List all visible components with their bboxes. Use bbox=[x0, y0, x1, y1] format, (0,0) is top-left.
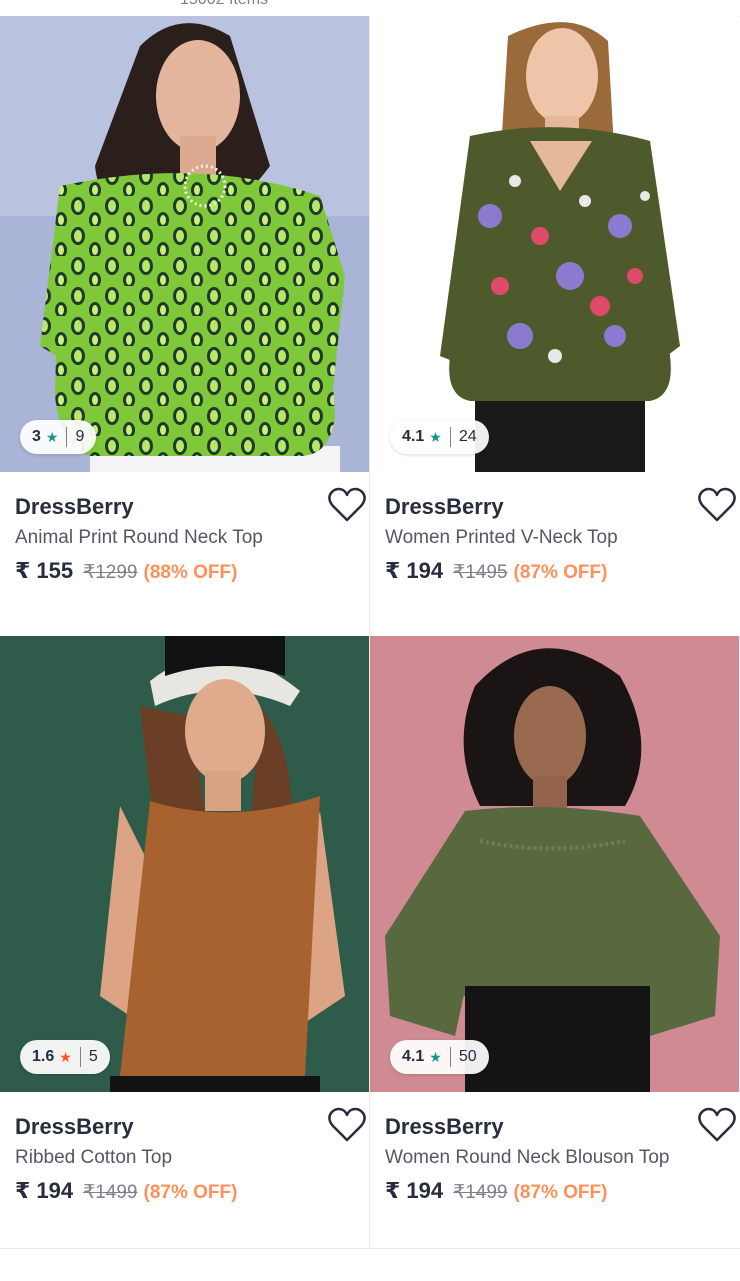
product-image[interactable] bbox=[370, 636, 739, 1092]
wishlist-heart-icon[interactable] bbox=[327, 486, 367, 524]
discount-label: (87% OFF) bbox=[513, 1182, 608, 1203]
star-icon: ★ bbox=[429, 1048, 442, 1065]
rating-divider bbox=[449, 427, 451, 447]
star-icon: ★ bbox=[429, 428, 442, 445]
rating-count: 24 bbox=[458, 428, 477, 445]
product-card[interactable]: 3 ★ 9 DressBerry Animal Print Round Neck… bbox=[0, 16, 370, 636]
wishlist-heart-icon[interactable] bbox=[697, 486, 737, 524]
discount-label: (88% OFF) bbox=[143, 562, 238, 583]
selling-price: ₹ 194 bbox=[385, 1178, 444, 1203]
rating-value: 1.6 bbox=[32, 1048, 55, 1065]
product-brand: DressBerry bbox=[15, 1114, 134, 1139]
price-row: ₹ 194 ₹1499 (87% OFF) bbox=[15, 1178, 237, 1204]
rating-badge: 3 ★ 9 bbox=[20, 420, 97, 454]
rating-value: 4.1 bbox=[402, 1048, 425, 1065]
rating-badge: 1.6 ★ 5 bbox=[20, 1040, 110, 1074]
product-image[interactable] bbox=[0, 636, 369, 1092]
product-card[interactable]: 4.1 ★ 24 DressBerry Women Printed V-Neck… bbox=[370, 16, 739, 636]
star-icon: ★ bbox=[59, 1048, 72, 1065]
selling-price: ₹ 155 bbox=[15, 558, 74, 583]
rating-count: 5 bbox=[88, 1048, 98, 1065]
mrp-price: ₹1499 bbox=[83, 1182, 138, 1203]
price-row: ₹ 155 ₹1299 (88% OFF) bbox=[15, 558, 237, 584]
next-row-placeholder bbox=[0, 1248, 740, 1281]
rating-value: 4.1 bbox=[402, 428, 425, 445]
discount-label: (87% OFF) bbox=[513, 562, 608, 583]
price-row: ₹ 194 ₹1499 (87% OFF) bbox=[385, 1178, 607, 1204]
product-image[interactable] bbox=[0, 16, 369, 472]
rating-count: 50 bbox=[458, 1048, 477, 1065]
selling-price: ₹ 194 bbox=[385, 558, 444, 583]
product-image[interactable] bbox=[370, 16, 739, 472]
rating-count: 9 bbox=[75, 428, 85, 445]
star-icon: ★ bbox=[45, 428, 59, 445]
mrp-price: ₹1299 bbox=[83, 562, 138, 583]
product-title: Ribbed Cotton Top bbox=[15, 1147, 173, 1168]
product-brand: DressBerry bbox=[385, 494, 504, 519]
product-title: Animal Print Round Neck Top bbox=[15, 527, 263, 548]
results-header: 15002 Items bbox=[0, 0, 740, 17]
product-card[interactable]: 1.6 ★ 5 DressBerry Ribbed Cotton Top ₹ 1… bbox=[0, 636, 370, 1256]
product-brand: DressBerry bbox=[385, 1114, 504, 1139]
rating-badge: 4.1 ★ 24 bbox=[390, 420, 489, 454]
rating-divider bbox=[66, 427, 68, 447]
selling-price: ₹ 194 bbox=[15, 1178, 74, 1203]
product-title: Women Printed V-Neck Top bbox=[385, 527, 618, 548]
rating-divider bbox=[79, 1047, 81, 1067]
product-title: Women Round Neck Blouson Top bbox=[385, 1147, 670, 1168]
rating-divider bbox=[449, 1047, 451, 1067]
wishlist-heart-icon[interactable] bbox=[697, 1106, 737, 1144]
price-row: ₹ 194 ₹1495 (87% OFF) bbox=[385, 558, 607, 584]
rating-badge: 4.1 ★ 50 bbox=[390, 1040, 489, 1074]
rating-value: 3 bbox=[32, 428, 41, 445]
product-card[interactable]: 4.1 ★ 50 DressBerry Women Round Neck Blo… bbox=[370, 636, 739, 1256]
discount-label: (87% OFF) bbox=[143, 1182, 238, 1203]
wishlist-heart-icon[interactable] bbox=[327, 1106, 367, 1144]
mrp-price: ₹1499 bbox=[453, 1182, 508, 1203]
product-brand: DressBerry bbox=[15, 494, 134, 519]
mrp-price: ₹1495 bbox=[453, 562, 508, 583]
items-count: 15002 Items bbox=[180, 0, 268, 9]
